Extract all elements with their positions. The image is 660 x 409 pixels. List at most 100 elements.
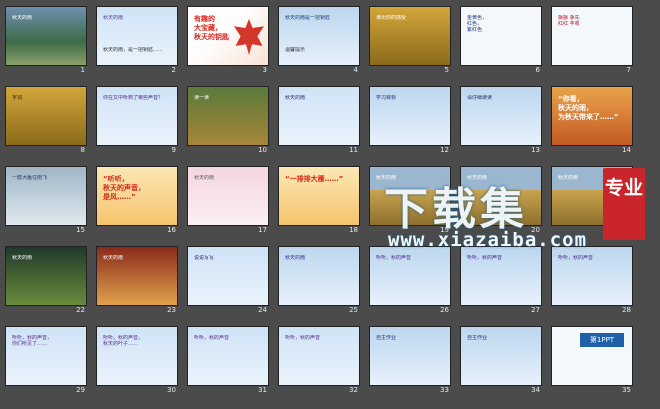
- slide-preview[interactable]: 听听，秋的声音: [551, 246, 633, 306]
- slide-preview[interactable]: 秋天的雨是一把钥匙 温馨提示: [278, 6, 360, 66]
- slide-thumbnail-35[interactable]: 第1PPT第1PPT35: [551, 326, 633, 394]
- slide-thumbnail-13[interactable]: 请仔细读读 13: [460, 86, 542, 154]
- slide-thumbnail-9[interactable]: 你在文中听到了哪些声音？ 9: [96, 86, 178, 154]
- slide-thumbnail-11[interactable]: 秋天的雨 11: [278, 86, 360, 154]
- slide-text: 一群大雁往南飞: [12, 175, 48, 181]
- slide-number: 14: [622, 146, 631, 154]
- slide-number: 33: [440, 386, 449, 394]
- slide-text: 秋天的雨: [103, 15, 124, 21]
- slide-preview[interactable]: 秋天的雨: [187, 166, 269, 226]
- slide-preview[interactable]: 一群大雁往南飞: [5, 166, 87, 226]
- slide-preview[interactable]: 说说写写: [187, 246, 269, 306]
- slide-number: 29: [76, 386, 85, 394]
- slide-text: 说说写写: [194, 255, 215, 261]
- slide-thumbnail-33[interactable]: 自主作业 33: [369, 326, 451, 394]
- slide-text: 秋天的雨是一把钥匙: [285, 15, 331, 21]
- slide-preview[interactable]: 自主作业: [460, 326, 542, 386]
- slide-thumbnail-25[interactable]: 秋天的雨 25: [278, 246, 360, 314]
- slide-text: “你看， 秋天的雨， 为秋天带来了……”: [558, 95, 619, 121]
- slide-thumbnail-15[interactable]: 一群大雁往南飞 15: [5, 166, 87, 234]
- slide-text: 你在文中听到了哪些声音？: [103, 95, 164, 101]
- slide-thumbnail-32[interactable]: 听听，秋的声音 32: [278, 326, 360, 394]
- slide-preview[interactable]: “一排排大雁……”: [278, 166, 360, 226]
- slide-number: 24: [258, 306, 267, 314]
- slide-text: 学习目标: [376, 95, 397, 101]
- slide-number: 12: [440, 146, 449, 154]
- slide-thumbnail-29[interactable]: 听听，秋的声音， 你们听见了…… 29: [5, 326, 87, 394]
- slide-text: 听听，秋的声音: [467, 255, 503, 261]
- slide-preview[interactable]: 秋天的雨 秋天的雨，是一把钥匙……: [96, 6, 178, 66]
- slide-thumbnail-8[interactable]: 字词 8: [5, 86, 87, 154]
- slide-preview[interactable]: 听听，秋的声音: [187, 326, 269, 386]
- slide-text: 秋天的雨: [285, 95, 306, 101]
- slide-thumbnail-24[interactable]: 说说写写 24: [187, 246, 269, 314]
- slide-text: 听听，秋的声音: [376, 255, 412, 261]
- slide-number: 35: [622, 386, 631, 394]
- slide-preview[interactable]: 秋天的雨: [96, 246, 178, 306]
- slide-text: 字词: [12, 95, 23, 101]
- slide-thumbnail-18[interactable]: “一排排大雁……” 18: [278, 166, 360, 234]
- slide-thumbnail-22[interactable]: 秋天的雨 22: [5, 246, 87, 314]
- slide-thumbnail-28[interactable]: 听听，秋的声音 28: [551, 246, 633, 314]
- slide-preview[interactable]: 第1PPT第1PPT: [551, 326, 633, 386]
- slide-thumbnail-6[interactable]: 金黄色， 红色， 紫红色 6: [460, 6, 542, 74]
- slide-thumbnail-23[interactable]: 秋天的雨 23: [96, 246, 178, 314]
- slide-text: 秋天的雨: [12, 255, 33, 261]
- slide-thumbnail-26[interactable]: 听听，秋的声音 26: [369, 246, 451, 314]
- slide-number: 5: [444, 66, 449, 74]
- slide-preview[interactable]: 秋天的雨: [5, 6, 87, 66]
- slide-thumbnail-34[interactable]: 自主作业 34: [460, 326, 542, 394]
- slide-text: 听听，秋的声音: [285, 335, 321, 341]
- slide-thumbnail-7[interactable]: 飘飘 争先 红红 丰收 7: [551, 6, 633, 74]
- slide-preview[interactable]: 听听，秋的声音: [369, 246, 451, 306]
- slide-text: 秋天的雨: [103, 255, 124, 261]
- slide-number: 10: [258, 146, 267, 154]
- slide-preview[interactable]: 字词: [5, 86, 87, 146]
- slide-number: 3: [262, 66, 267, 74]
- slide-thumbnail-30[interactable]: 听听，秋的声音， 秋天的叶子…… 30: [96, 326, 178, 394]
- slide-thumbnail-17[interactable]: 秋天的雨 17: [187, 166, 269, 234]
- slide-number: 2: [171, 66, 176, 74]
- slide-preview[interactable]: 秋天的雨: [278, 246, 360, 306]
- slide-thumbnail-2[interactable]: 秋天的雨 秋天的雨，是一把钥匙…… 2: [96, 6, 178, 74]
- slide-preview[interactable]: 读出你的感受: [369, 6, 451, 66]
- slide-number: 13: [531, 146, 540, 154]
- slide-number: 26: [440, 306, 449, 314]
- slide-number: 7: [626, 66, 631, 74]
- slide-preview[interactable]: 你在文中听到了哪些声音？: [96, 86, 178, 146]
- slide-thumbnail-4[interactable]: 秋天的雨是一把钥匙 温馨提示 4: [278, 6, 360, 74]
- slide-thumbnail-1[interactable]: 秋天的雨 1: [5, 6, 87, 74]
- slide-preview[interactable]: 飘飘 争先 红红 丰收: [551, 6, 633, 66]
- slide-number: 6: [535, 66, 540, 74]
- slide-number: 23: [167, 306, 176, 314]
- slide-preview[interactable]: 听听，秋的声音， 你们听见了……: [5, 326, 87, 386]
- slide-thumbnail-10[interactable]: 读一读 10: [187, 86, 269, 154]
- slide-thumbnail-14[interactable]: “你看， 秋天的雨， 为秋天带来了……” 14: [551, 86, 633, 154]
- watermark-url: www.xiazaiba.com: [388, 229, 588, 251]
- slide-thumbnail-31[interactable]: 听听，秋的声音 31: [187, 326, 269, 394]
- slide-preview[interactable]: “听听， 秋天的声音， 是风……”: [96, 166, 178, 226]
- slide-preview[interactable]: 听听，秋的声音: [278, 326, 360, 386]
- slide-preview[interactable]: 秋天的雨: [278, 86, 360, 146]
- slide-text: 听听，秋的声音: [194, 335, 230, 341]
- slide-thumbnail-16[interactable]: “听听， 秋天的声音， 是风……” 16: [96, 166, 178, 234]
- slide-thumbnail-5[interactable]: 读出你的感受 5: [369, 6, 451, 74]
- slide-preview[interactable]: “你看， 秋天的雨， 为秋天带来了……”: [551, 86, 633, 146]
- slide-preview[interactable]: 有趣的 大宝藏， 秋天的钥匙: [187, 6, 269, 66]
- slide-thumbnail-27[interactable]: 听听，秋的声音 27: [460, 246, 542, 314]
- slide-subtext: 温馨提示: [285, 47, 306, 53]
- slide-preview[interactable]: 读一读: [187, 86, 269, 146]
- slide-preview[interactable]: 学习目标: [369, 86, 451, 146]
- slide-text: 读一读: [194, 95, 210, 101]
- slide-number: 11: [349, 146, 358, 154]
- slide-preview[interactable]: 听听，秋的声音， 秋天的叶子……: [96, 326, 178, 386]
- slide-thumbnail-3[interactable]: 有趣的 大宝藏， 秋天的钥匙 3: [187, 6, 269, 74]
- slide-preview[interactable]: 金黄色， 红色， 紫红色: [460, 6, 542, 66]
- slide-number: 32: [349, 386, 358, 394]
- slide-thumbnail-12[interactable]: 学习目标 12: [369, 86, 451, 154]
- slide-preview[interactable]: 秋天的雨: [5, 246, 87, 306]
- slide-preview[interactable]: 听听，秋的声音: [460, 246, 542, 306]
- slide-preview[interactable]: 自主作业: [369, 326, 451, 386]
- slide-preview[interactable]: 请仔细读读: [460, 86, 542, 146]
- watermark-badge: 专业: [603, 168, 645, 240]
